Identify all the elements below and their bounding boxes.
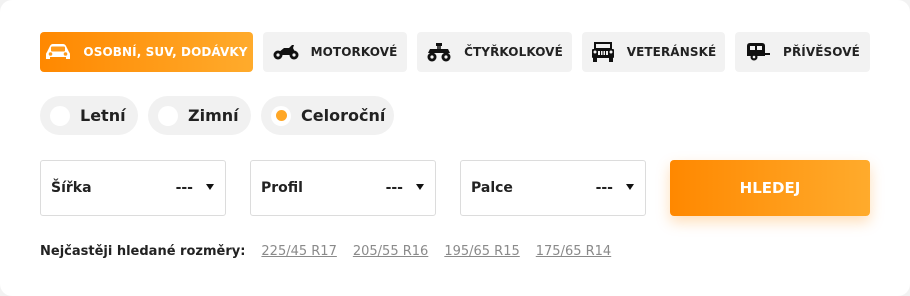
tab-trailer[interactable]: PŘÍVĚSOVÉ xyxy=(735,32,870,72)
trailer-icon xyxy=(745,42,771,62)
tab-passenger[interactable]: OSOBNÍ, SUV, DODÁVKY xyxy=(40,32,253,72)
tab-motorcycle[interactable]: MOTORKOVÉ xyxy=(263,32,407,72)
season-all-season[interactable]: Celoroční xyxy=(261,96,394,135)
tab-label: PŘÍVĚSOVÉ xyxy=(783,45,860,59)
vintage-car-icon xyxy=(591,41,615,63)
search-button[interactable]: HLEDEJ xyxy=(670,160,870,216)
season-label: Celoroční xyxy=(301,106,386,125)
tire-search-card: OSOBNÍ, SUV, DODÁVKY MOTORKOVÉ ČTYŘKOLKO… xyxy=(0,0,910,296)
profile-select[interactable]: Profil --- xyxy=(250,160,436,216)
tab-label: ČTYŘKOLKOVÉ xyxy=(464,45,563,59)
popular-sizes-title: Nejčastěji hledané rozměry: xyxy=(40,244,246,259)
car-icon xyxy=(45,43,71,61)
caret-down-icon xyxy=(206,184,214,190)
radio-button-selected[interactable] xyxy=(271,105,291,126)
tab-label: MOTORKOVÉ xyxy=(310,45,398,59)
popular-size-link[interactable]: 205/55 R16 xyxy=(353,244,428,259)
caret-down-icon xyxy=(626,184,634,190)
tab-label: VETERÁNSKÉ xyxy=(626,45,717,59)
rim-diameter-select[interactable]: Palce --- xyxy=(460,160,646,216)
select-label: Profil xyxy=(261,180,303,196)
select-label: Palce xyxy=(471,180,513,196)
select-value: --- xyxy=(175,180,193,196)
select-value: --- xyxy=(595,180,613,196)
caret-down-icon xyxy=(416,184,424,190)
select-label: Šířka xyxy=(51,180,92,196)
tab-vintage[interactable]: VETERÁNSKÉ xyxy=(582,32,725,72)
quad-bike-icon xyxy=(426,42,452,62)
season-winter[interactable]: Zimní xyxy=(148,96,251,135)
radio-button[interactable] xyxy=(158,105,178,126)
popular-size-link[interactable]: 195/65 R15 xyxy=(444,244,519,259)
tab-label: OSOBNÍ, SUV, DODÁVKY xyxy=(83,45,248,59)
season-summer[interactable]: Letní xyxy=(40,96,138,135)
season-label: Zimní xyxy=(188,106,239,125)
tab-quad[interactable]: ČTYŘKOLKOVÉ xyxy=(417,32,572,72)
popular-sizes: Nejčastěji hledané rozměry: 225/45 R17 2… xyxy=(40,244,627,259)
popular-size-link[interactable]: 225/45 R17 xyxy=(261,244,336,259)
season-label: Letní xyxy=(80,106,126,125)
width-select[interactable]: Šířka --- xyxy=(40,160,226,216)
select-value: --- xyxy=(385,180,403,196)
popular-size-link[interactable]: 175/65 R14 xyxy=(536,244,611,259)
motorcycle-icon xyxy=(273,44,299,60)
radio-button[interactable] xyxy=(50,105,70,126)
